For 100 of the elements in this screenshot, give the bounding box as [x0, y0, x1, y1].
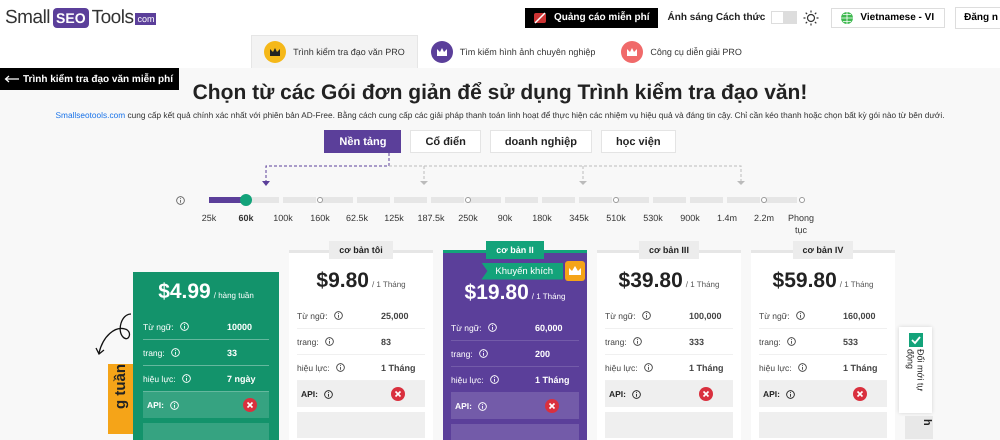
cross-icon — [545, 399, 559, 413]
billing-period: / 1 Tháng — [372, 280, 406, 289]
feature-value: 160,000 — [843, 310, 877, 320]
plan-card[interactable]: $4.99/ hàng tuần Từ ngữ: 10000 trang: 33 hiệu lực: 7 ngày API: — [133, 272, 279, 440]
info-icon — [176, 196, 184, 205]
check-icon — [908, 333, 922, 347]
slider-label[interactable]: 510k — [598, 212, 634, 236]
feature-label: Từ ngữ: — [143, 322, 174, 332]
info-icon — [632, 337, 642, 346]
slider-label[interactable]: 530k — [634, 212, 672, 236]
slider-label[interactable]: Phong tục — [782, 212, 820, 236]
feature-value: 60,000 — [535, 322, 564, 332]
description: Smallseotools.com cung cấp kết quả chính xác nhất với phiên bản AD-Free. Bằng cách cung cấp các giải pháp thanh toán linh hoạt để thực hiện các nhiệm vụ hiệu quả và đáng tin cậy. Chỉ cần kéo thanh hoặc chọn bất kỳ gói nào từ bên dưới. — [56, 110, 944, 120]
billing-period: / 1 Tháng — [532, 292, 566, 301]
slider-label[interactable]: 180k — [524, 212, 560, 236]
info-icon — [170, 400, 179, 410]
plan-type-tab[interactable]: Nền tảng — [324, 130, 402, 153]
info-icon — [642, 311, 651, 320]
feature-value: 33 — [227, 348, 238, 358]
plan-name: cơ bản II — [486, 241, 544, 259]
logo[interactable]: Small SEO Tools com — [5, 6, 156, 28]
cross-icon — [391, 387, 405, 401]
info-icon — [478, 402, 487, 410]
feature-value: 100,000 — [689, 310, 723, 320]
info-icon — [632, 390, 641, 398]
ad-free-button[interactable]: Quảng cáo miễn phí — [524, 8, 658, 28]
slider-label[interactable]: 250k — [450, 212, 486, 236]
no-ads-icon — [532, 10, 547, 24]
weekly-banner-text: g tuần — [112, 364, 129, 409]
feature-label: Từ ngữ: — [759, 310, 790, 320]
feature-value: 1 Tháng — [689, 362, 725, 372]
back-link[interactable]: Trình kiểm tra đạo văn miễn phí — [0, 68, 180, 90]
plan-type-tab[interactable]: Cổ điển — [410, 130, 481, 153]
slider-label[interactable]: 345k — [560, 212, 598, 236]
auto-renew-tab[interactable]: Đổi mới tự động — [899, 327, 932, 413]
feature-value: 333 — [689, 336, 706, 346]
feature-label: hiệu lực: — [759, 362, 792, 372]
site-link[interactable]: Smallseotools.com — [56, 110, 126, 120]
slider-label[interactable]: 100k — [264, 212, 302, 236]
plan-type-tab[interactable]: học viện — [600, 130, 676, 153]
slider-label[interactable]: 160k — [302, 212, 338, 236]
plan-name: cơ bản tôi — [329, 241, 393, 259]
cross-icon — [699, 387, 713, 401]
feature-value: 533 — [843, 336, 860, 346]
crown-icon — [264, 41, 286, 63]
info-icon — [180, 322, 189, 331]
cross-icon — [853, 387, 867, 401]
info-icon — [786, 337, 796, 346]
left-arrow-icon — [4, 75, 20, 83]
info-icon — [798, 363, 807, 372]
login-button[interactable]: Đăng n — [955, 6, 1000, 28]
info-icon — [182, 374, 191, 383]
slider-label[interactable]: 125k — [376, 212, 412, 236]
feature-label: Từ ngữ: — [451, 322, 482, 332]
info-icon — [488, 323, 497, 332]
feature-label: hiệu lực: — [451, 374, 484, 384]
info-icon — [170, 348, 180, 357]
info-icon — [336, 363, 345, 372]
plan-name: cơ bản IV — [792, 241, 854, 259]
tool-tab[interactable]: Trình kiểm tra đạo văn PRO — [251, 35, 418, 68]
theme-label: Ánh sáng Cách thức — [668, 12, 766, 23]
feature-label: hiệu lực: — [143, 374, 176, 384]
plan-name: cơ bản III — [639, 241, 699, 259]
plan-type-tab[interactable]: doanh nghiệp — [490, 130, 592, 153]
plan-price: $59.80 — [772, 269, 837, 293]
feature-label: Từ ngữ: — [605, 310, 636, 320]
feature-label: API: — [455, 401, 472, 411]
theme-toggle[interactable] — [771, 11, 798, 24]
feature-label: trang: — [759, 336, 781, 346]
slider-label[interactable]: 1.4m — [708, 212, 746, 236]
slider-label[interactable]: 60k — [228, 212, 264, 236]
feature-label: trang: — [451, 348, 473, 358]
plan-price: $4.99 — [158, 280, 211, 304]
plan-slider[interactable] — [208, 197, 802, 203]
feature-value: 1 Tháng — [535, 374, 571, 384]
feature-value: 25,000 — [381, 310, 410, 320]
info-icon — [334, 311, 343, 320]
feature-label: API: — [763, 389, 780, 399]
slider-label[interactable]: 2.2m — [746, 212, 782, 236]
feature-label: Từ ngữ: — [297, 310, 328, 320]
plan-price: $19.80 — [464, 281, 529, 305]
feature-value: 1 Tháng — [381, 362, 417, 372]
plan-price: $9.80 — [316, 269, 369, 293]
slider-label[interactable]: 25k — [190, 212, 228, 236]
cross-icon — [243, 398, 257, 412]
info-icon — [796, 311, 805, 320]
slider-label[interactable]: 187.5k — [412, 212, 450, 236]
language-button[interactable]: Vietnamese - VI — [831, 8, 946, 28]
slider-label[interactable]: 62.5k — [338, 212, 376, 236]
billing-period: / hàng tuần — [214, 291, 254, 300]
feature-value: 1 Tháng — [843, 362, 879, 372]
feature-value: 10000 — [227, 322, 254, 332]
slider-thumb[interactable] — [240, 194, 252, 206]
feature-label: API: — [609, 389, 626, 399]
globe-icon — [840, 10, 854, 24]
side-tab[interactable]: h — [905, 416, 933, 439]
info-icon — [644, 363, 653, 372]
slider-label[interactable]: 90k — [486, 212, 524, 236]
feature-label: hiệu lực: — [297, 362, 330, 372]
slider-label[interactable]: 900k — [672, 212, 708, 236]
